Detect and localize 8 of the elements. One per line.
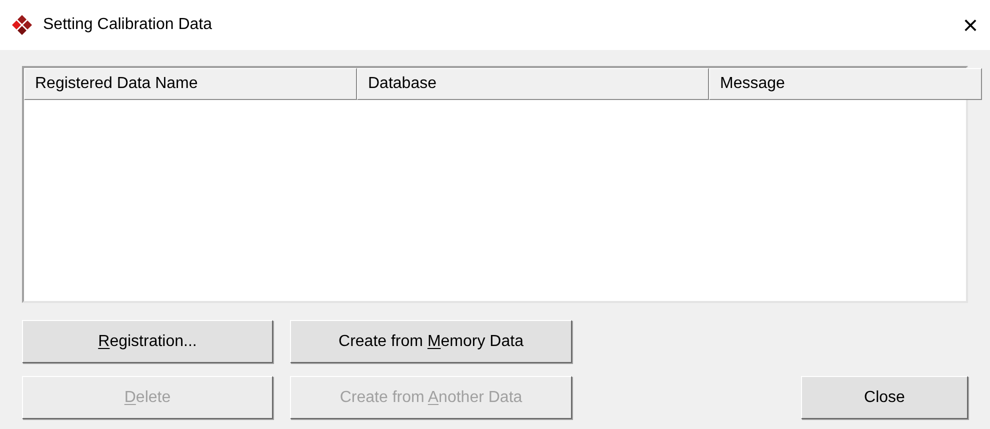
window-title: Setting Calibration Data [43, 15, 212, 35]
column-header[interactable]: Database [357, 68, 709, 100]
dialog-button[interactable]: Registration... [22, 320, 273, 363]
column-header[interactable]: Registered Data Name [24, 68, 357, 100]
dialog-button[interactable]: Create from Memory Data [290, 320, 572, 363]
diamond-logo-icon [11, 14, 33, 36]
close-button[interactable]: Close [801, 376, 968, 419]
column-header[interactable]: Message [709, 68, 982, 100]
